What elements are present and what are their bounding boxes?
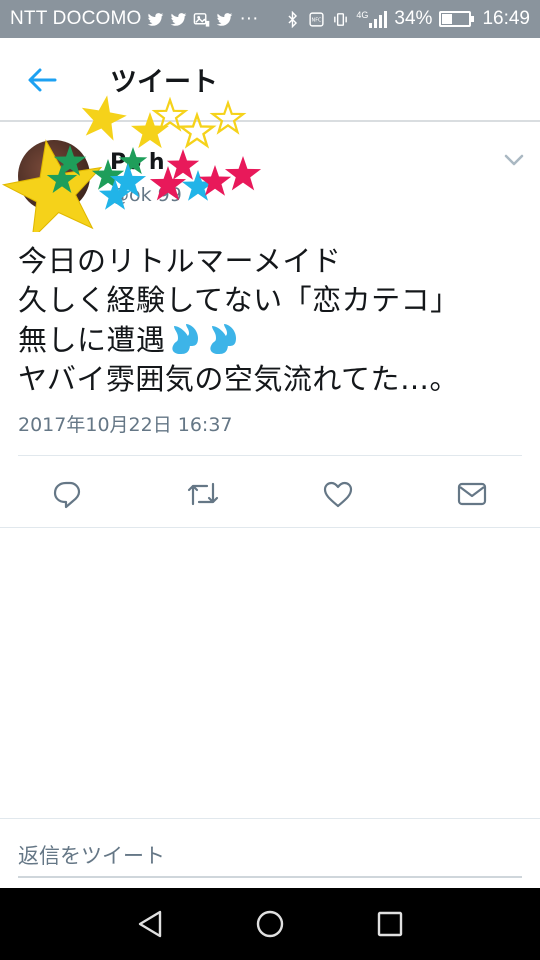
nfc-icon: NFC — [309, 11, 324, 27]
status-bar: NTT DOCOMO ··· NFC 4G 34% 16:49 — [0, 0, 540, 38]
retweet-button[interactable] — [185, 476, 221, 512]
signal-icon: 4G — [356, 9, 388, 28]
divider — [0, 818, 540, 819]
app-header: ツイート — [0, 38, 540, 122]
tweet-text: 今日のリトルマーメイド 久しく経験してない「恋カテコ」 無しに遭遇 ヤバイ雰囲気… — [18, 242, 528, 399]
like-button[interactable] — [320, 476, 356, 512]
sweat-droplets-emoji — [171, 324, 236, 354]
battery-percent: 34% — [394, 8, 433, 29]
square-recent-icon — [377, 911, 403, 937]
reply-button[interactable] — [49, 476, 85, 512]
mail-icon — [457, 482, 487, 506]
back-button[interactable] — [22, 62, 62, 98]
nav-recent-button[interactable] — [374, 908, 406, 940]
reply-icon — [53, 481, 81, 509]
tweet-text-line: ヤバイ雰囲気の空気流れてた…。 — [18, 362, 460, 396]
circle-home-icon — [256, 910, 284, 938]
nav-back-button[interactable] — [134, 908, 166, 940]
twitter-notification-icon — [217, 12, 233, 26]
tweet-menu-button[interactable] — [502, 150, 526, 170]
heart-icon — [323, 481, 353, 508]
triangle-back-icon — [138, 910, 162, 938]
avatar[interactable] — [18, 140, 90, 212]
network-type: 4G — [356, 9, 369, 20]
bluetooth-icon — [288, 10, 298, 28]
twitter-notification-icon — [148, 12, 164, 26]
svg-text:NFC: NFC — [312, 17, 323, 23]
vibrate-icon — [334, 12, 348, 26]
clock: 16:49 — [482, 8, 530, 29]
divider — [18, 455, 522, 456]
divider — [0, 527, 540, 528]
twitter-notification-icon — [171, 12, 187, 26]
direct-message-button[interactable] — [454, 476, 490, 512]
reply-input[interactable]: 返信をツイート — [18, 838, 522, 878]
more-notifications-indicator: ··· — [239, 8, 259, 29]
tweet-text-line: 無しに遭遇 — [18, 323, 166, 357]
tweet-text-line: 今日のリトルマーメイド — [18, 244, 342, 278]
tweet-timestamp: 2017年10月22日 16:37 — [18, 414, 233, 436]
tweet-text-line: 久しく経験してない「恋カテコ」 — [18, 283, 460, 317]
gallery-notification-icon — [194, 12, 210, 27]
arrow-left-icon — [28, 68, 57, 92]
tweet-actions — [0, 462, 540, 526]
retweet-icon — [187, 482, 219, 506]
author-name[interactable]: Po h — [110, 150, 165, 175]
battery-icon — [439, 11, 475, 27]
android-nav-bar — [0, 888, 540, 960]
page-title: ツイート — [110, 67, 218, 98]
carrier-name: NTT DOCOMO — [10, 8, 142, 29]
author-handle[interactable]: @ok 99 — [110, 184, 182, 206]
nav-home-button[interactable] — [254, 908, 286, 940]
chevron-down-icon — [504, 154, 524, 166]
